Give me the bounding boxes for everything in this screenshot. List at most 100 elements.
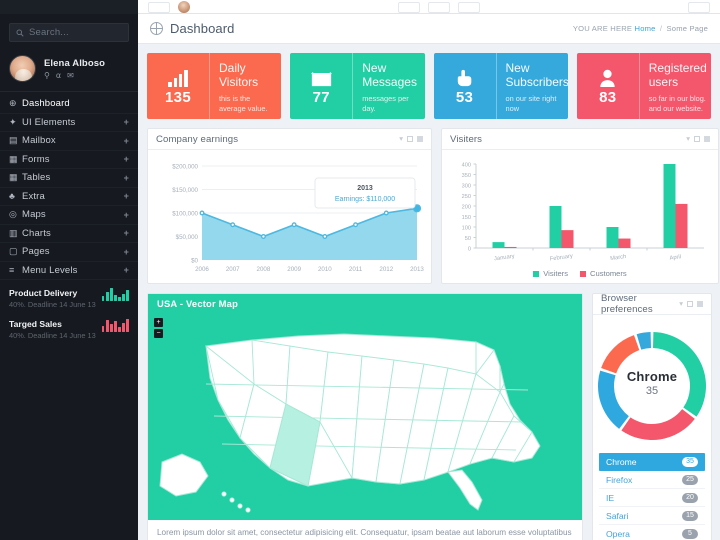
expand-icon[interactable] xyxy=(694,136,700,142)
svg-text:250: 250 xyxy=(462,194,471,200)
progress-title: Product Delivery xyxy=(9,288,78,298)
sidebar-item-forms[interactable]: ▦ Forms + xyxy=(0,151,138,169)
expand-icon[interactable]: + xyxy=(124,210,129,220)
browser-row-opera[interactable]: Opera 5 xyxy=(599,525,705,540)
stat-card-icon xyxy=(168,67,188,87)
svg-text:$50,000: $50,000 xyxy=(176,234,199,241)
legend-item[interactable]: Visiters xyxy=(533,269,568,278)
progress-title: Targed Sales xyxy=(9,319,62,329)
sidebar-item-dashboard[interactable]: ⊕ Dashboard xyxy=(0,95,138,114)
progress-subtitle: 40%. Deadline 14 June 13 xyxy=(9,300,96,309)
browser-row-chrome[interactable]: Chrome 35 xyxy=(599,453,705,471)
navbar-notifications-button[interactable] xyxy=(428,2,450,13)
svg-text:Earnings: $110,000: Earnings: $110,000 xyxy=(335,196,395,203)
main-area: Dashboard YOU ARE HERE Home / Some Page … xyxy=(138,0,720,540)
svg-text:50: 50 xyxy=(465,236,471,242)
browser-row-safari[interactable]: Safari 15 xyxy=(599,507,705,525)
svg-text:2009: 2009 xyxy=(287,266,301,273)
expand-icon[interactable]: + xyxy=(124,173,129,183)
list-icon: ≡ xyxy=(9,265,15,276)
svg-text:January: January xyxy=(494,254,515,263)
browser-label: IE xyxy=(606,492,615,503)
stat-card-new-messages[interactable]: 77 New Messages messages per day. xyxy=(290,53,425,119)
sidebar-progress-widgets: Product Delivery 40%. Deadline 14 June 13… xyxy=(0,280,138,340)
breadcrumb: YOU ARE HERE Home / Some Page xyxy=(573,24,708,33)
browser-row-ie[interactable]: IE 20 xyxy=(599,489,705,507)
stat-card-registered-users[interactable]: 83 Registered users so far in our blog. an… xyxy=(576,53,711,119)
panel-tools: ▾ xyxy=(399,135,423,143)
sidebar-profile[interactable]: Elena Alboso ⚲ ⍺ ✉ xyxy=(0,49,138,92)
map-marker-icon: ◎ xyxy=(9,209,18,220)
expand-icon[interactable]: + xyxy=(124,265,129,275)
browser-preferences-panel: Browser preferences ▾ Chrome 35 Chrome 3… xyxy=(592,293,712,540)
browser-badge: 20 xyxy=(682,492,698,503)
breadcrumb-home-link[interactable]: Home xyxy=(635,24,656,33)
stat-card-subtitle: this is the average value. xyxy=(219,94,268,113)
expand-icon[interactable] xyxy=(687,301,693,307)
expand-icon[interactable]: + xyxy=(124,228,129,238)
map-footer: Lorem ipsum dolor sit amet, consectetur … xyxy=(148,520,582,540)
legend-swatch xyxy=(533,270,540,277)
close-icon[interactable] xyxy=(697,301,703,307)
envelope-icon[interactable]: ✉ xyxy=(67,71,74,80)
navbar-messages-button[interactable] xyxy=(398,2,420,13)
browser-badge: 5 xyxy=(682,528,698,539)
state-shape-hawaii-2 xyxy=(237,503,243,509)
sidebar-item-pages[interactable]: ▢ Pages + xyxy=(0,243,138,262)
sidebar-item-label: Dashboard xyxy=(22,98,70,110)
navbar-logout-button[interactable] xyxy=(688,2,710,13)
legend-item[interactable]: Customers xyxy=(580,269,627,278)
magic-wand-icon: ✦ xyxy=(9,116,17,127)
expand-icon[interactable]: + xyxy=(124,154,129,164)
sidebar-item-label: Tables xyxy=(22,172,51,184)
map-zoom-in-button[interactable]: + xyxy=(154,318,163,327)
map-canvas[interactable]: + − xyxy=(148,312,582,520)
chevron-down-icon[interactable]: ▾ xyxy=(399,135,403,143)
twitter-icon[interactable]: ⍺ xyxy=(56,71,61,80)
visitors-panel-header: Visiters ▾ xyxy=(442,129,718,150)
earnings-chart-body: $0 $50,000 $100,000 $150,000 $200,000 2006 200… xyxy=(148,150,431,282)
visitors-bar-chart: 0 50 100 150 200 250 300 350 400 January February M… xyxy=(462,162,704,263)
browser-row-firefox[interactable]: Firefox 25 xyxy=(599,471,705,489)
stat-card-subtitle: on our site right now xyxy=(505,94,557,113)
sidebar-item-ui-elements[interactable]: ✦ UI Elements + xyxy=(0,114,138,132)
sidebar-item-charts[interactable]: ▥ Charts + xyxy=(0,225,138,243)
stat-card-left: 77 xyxy=(290,53,352,119)
close-icon[interactable] xyxy=(417,136,423,142)
location-pin-icon[interactable]: ⚲ xyxy=(44,71,50,80)
expand-icon[interactable]: + xyxy=(124,117,129,127)
browser-label: Opera xyxy=(606,528,630,539)
expand-icon[interactable] xyxy=(407,136,413,142)
sidebar-item-label: Pages xyxy=(22,246,50,258)
usa-states-group xyxy=(159,333,541,513)
panel-tools: ▾ xyxy=(679,300,703,308)
user-icon xyxy=(600,69,615,87)
navbar-toggle-button[interactable] xyxy=(148,2,170,13)
chevron-down-icon[interactable]: ▾ xyxy=(679,300,683,308)
svg-text:2008: 2008 xyxy=(257,266,271,273)
stat-card-daily-visitors[interactable]: 135 Daily Visitors this is the average val… xyxy=(147,53,282,119)
stat-cards: 135 Daily Visitors this is the average val… xyxy=(147,53,711,119)
expand-icon[interactable]: + xyxy=(124,247,129,257)
stat-card-new-subscribers[interactable]: 53 New Subscribers on our site right now xyxy=(433,53,568,119)
sidebar-item-mailbox[interactable]: ▤ Mailbox + xyxy=(0,132,138,151)
navbar-tasks-button[interactable] xyxy=(458,2,480,13)
sidebar-item-extra[interactable]: ♣ Extra + xyxy=(0,188,138,206)
sidebar-item-tables[interactable]: ▦ Tables + xyxy=(0,169,138,188)
expand-icon[interactable]: + xyxy=(124,136,129,146)
stat-card-title: Registered users xyxy=(648,61,707,89)
profile-name: Elena Alboso xyxy=(44,57,106,69)
search-input[interactable]: Search... xyxy=(9,23,129,42)
earnings-panel-header: Company earnings ▾ xyxy=(148,129,431,150)
chevron-down-icon[interactable]: ▾ xyxy=(686,135,690,143)
svg-text:0: 0 xyxy=(468,246,471,252)
donut-slice-safari xyxy=(601,335,640,374)
sidebar-item-maps[interactable]: ◎ Maps + xyxy=(0,206,138,225)
envelope-icon xyxy=(311,71,332,86)
expand-icon[interactable]: + xyxy=(124,191,129,201)
navbar-avatar[interactable] xyxy=(178,1,190,13)
sidebar-item-menu-levels[interactable]: ≡ Menu Levels + xyxy=(0,262,138,280)
map-zoom-out-button[interactable]: − xyxy=(154,329,163,338)
close-icon[interactable] xyxy=(704,136,710,142)
svg-text:$200,000: $200,000 xyxy=(172,164,198,171)
